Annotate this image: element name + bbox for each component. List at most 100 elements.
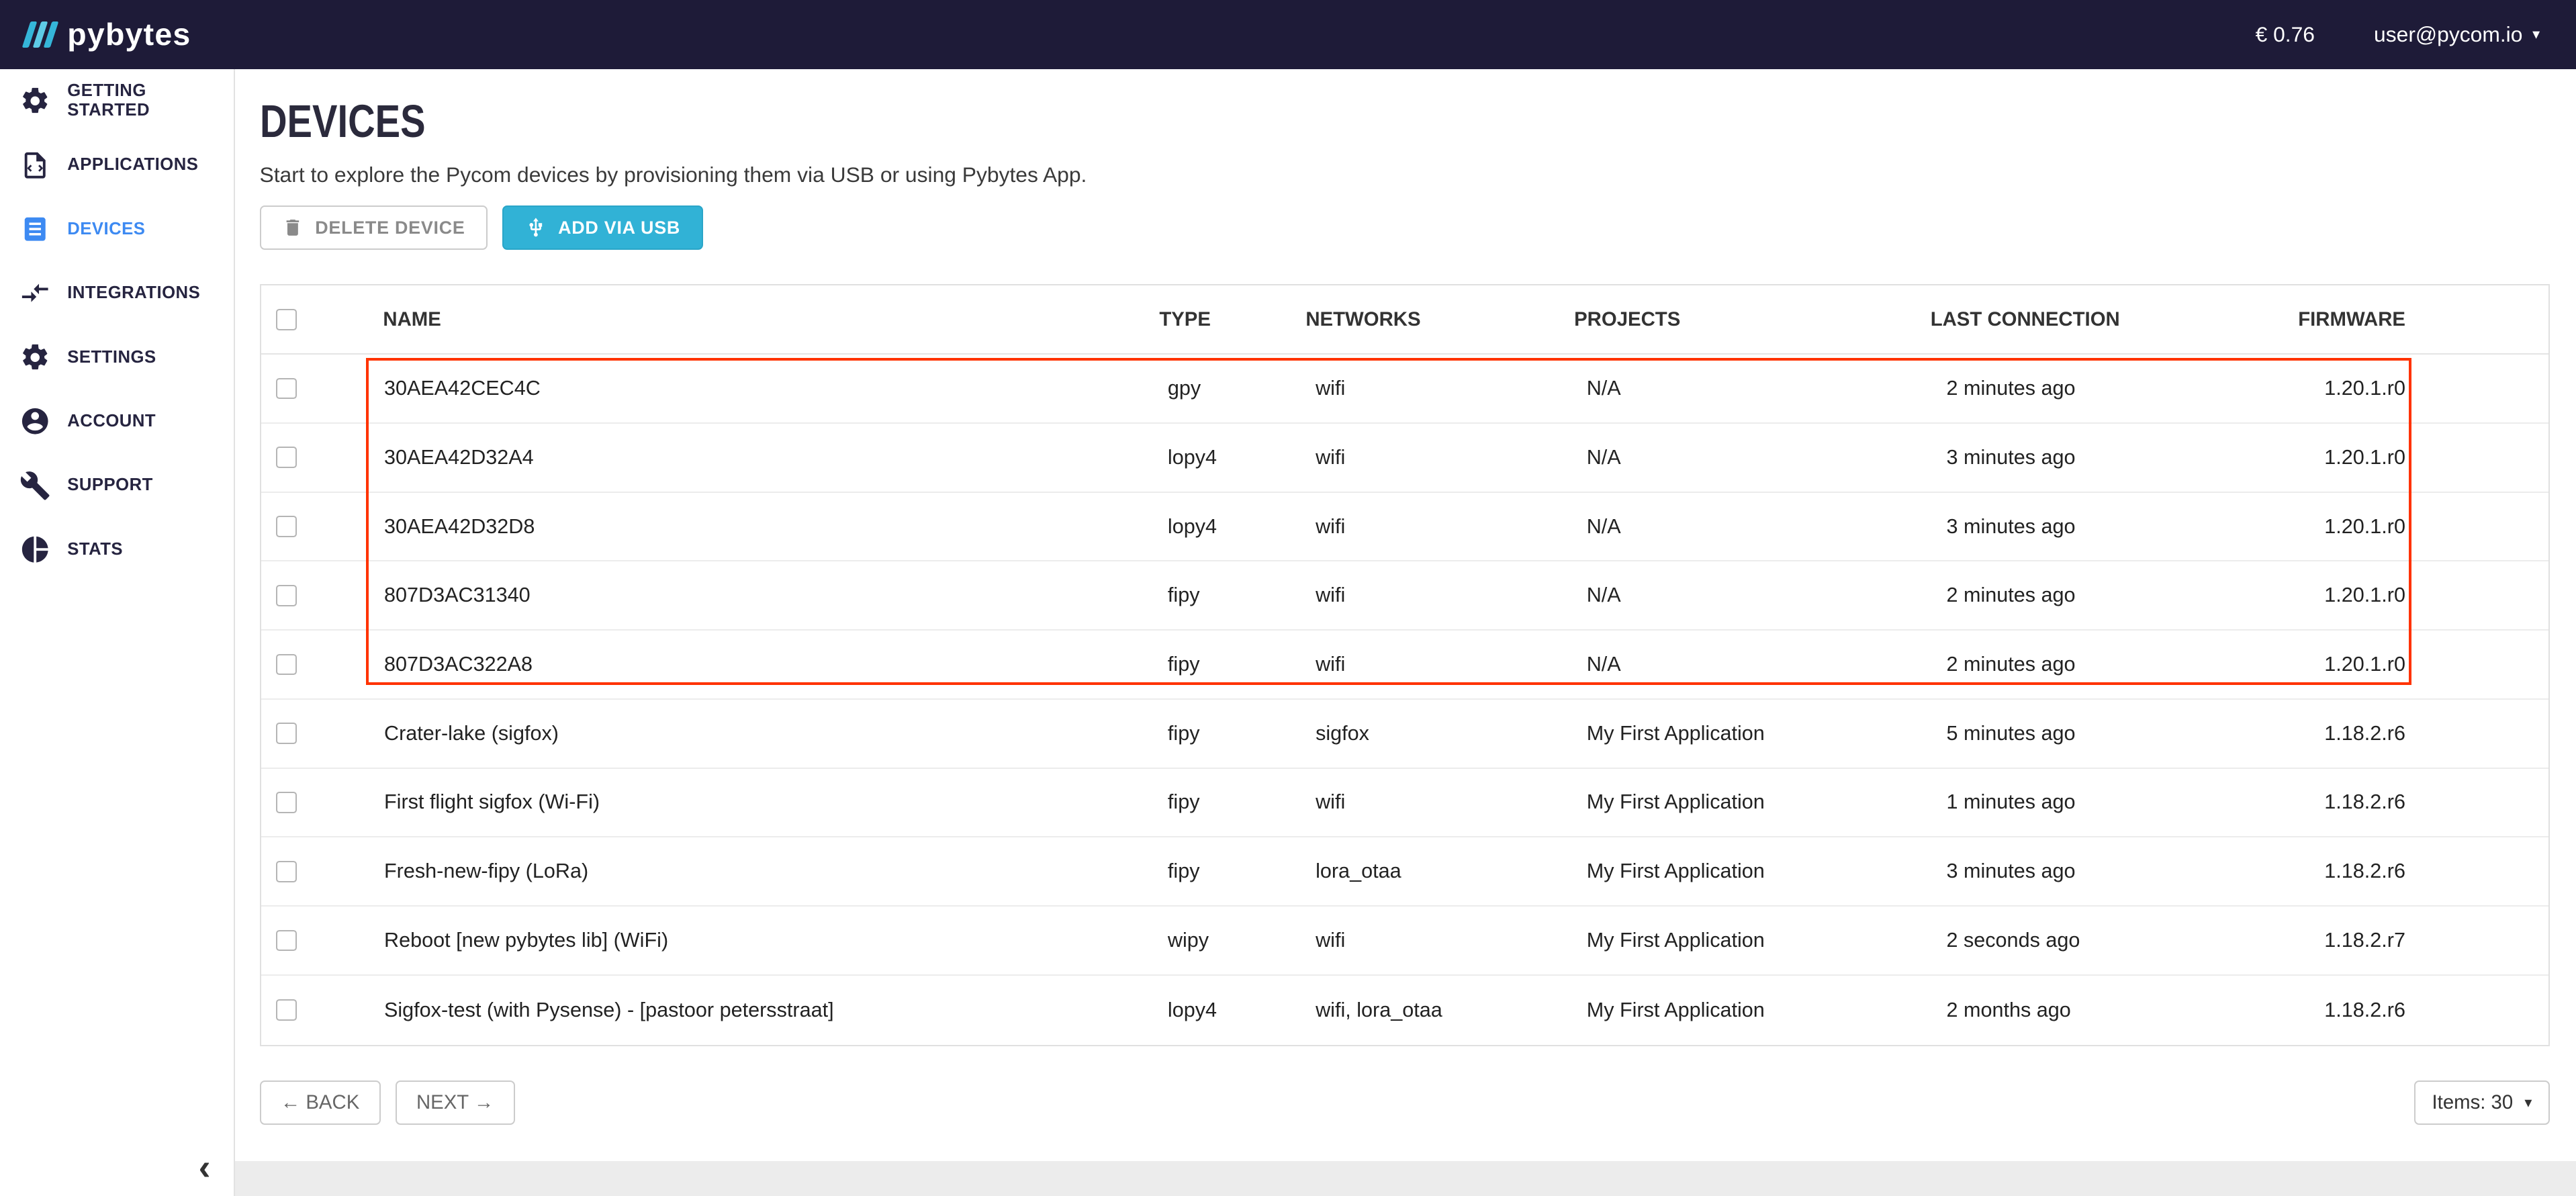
table-row[interactable]: 30AEA42D32D8 lopy4 wifi N/A 3 minutes ag… (261, 493, 2548, 562)
header-checkbox-cell (261, 309, 383, 330)
sidebar-item-stats[interactable]: STATS (0, 518, 234, 582)
device-type: fipy (1168, 584, 1316, 607)
row-checkbox[interactable] (276, 999, 297, 1021)
balance-amount: € 0.76 (2256, 22, 2315, 47)
sidebar-item-devices[interactable]: DEVICES (0, 197, 234, 261)
applications-icon (19, 150, 50, 181)
items-per-page-dropdown[interactable]: Items: 30 ▾ (2414, 1080, 2550, 1125)
back-button[interactable]: ← BACK (260, 1080, 381, 1125)
header-networks: NETWORKS (1305, 308, 1574, 331)
device-projects: N/A (1587, 653, 1947, 676)
device-projects: My First Application (1587, 722, 1947, 745)
collapse-sidebar-icon[interactable]: ‹ (199, 1150, 211, 1186)
table-row[interactable]: First flight sigfox (Wi-Fi) fipy wifi My… (261, 769, 2548, 838)
row-checkbox[interactable] (276, 861, 297, 882)
table-row[interactable]: 807D3AC322A8 fipy wifi N/A 2 minutes ago… (261, 631, 2548, 700)
device-name: 30AEA42D32D8 (384, 515, 1168, 539)
device-type: lopy4 (1168, 515, 1316, 539)
device-firmware: 1.18.2.r6 (2317, 790, 2548, 814)
device-networks: wifi (1316, 929, 1587, 952)
table-row[interactable]: 30AEA42D32A4 lopy4 wifi N/A 3 minutes ag… (261, 424, 2548, 493)
device-networks: lora_otaa (1316, 860, 1587, 883)
device-last-connection: 3 minutes ago (1946, 860, 2317, 883)
chevron-down-icon: ▾ (2524, 1095, 2532, 1110)
user-email: user@pycom.io (2374, 22, 2522, 47)
device-type: lopy4 (1168, 446, 1316, 469)
device-type: fipy (1168, 860, 1316, 883)
page-title: DEVICES (260, 99, 426, 145)
sidebar-item-settings[interactable]: SETTINGS (0, 325, 234, 389)
row-checkbox[interactable] (276, 654, 297, 676)
table-row[interactable]: Reboot [new pybytes lib] (WiFi) wipy wif… (261, 907, 2548, 976)
row-checkbox[interactable] (276, 792, 297, 813)
device-last-connection: 1 minutes ago (1946, 790, 2317, 814)
sidebar: GETTING STARTED APPLICATIONS DEVICES INT… (0, 69, 235, 1196)
support-icon (19, 470, 50, 501)
device-projects: N/A (1587, 377, 1947, 400)
table-row[interactable]: 807D3AC31340 fipy wifi N/A 2 minutes ago… (261, 561, 2548, 631)
device-firmware: 1.20.1.r0 (2317, 377, 2548, 400)
usb-icon (525, 217, 547, 238)
device-firmware: 1.18.2.r6 (2317, 722, 2548, 745)
row-checkbox[interactable] (276, 723, 297, 744)
device-networks: sigfox (1316, 722, 1587, 745)
account-icon (19, 406, 50, 436)
sidebar-item-integrations[interactable]: INTEGRATIONS (0, 261, 234, 325)
device-name: Crater-lake (sigfox) (384, 722, 1168, 745)
sidebar-item-support[interactable]: SUPPORT (0, 453, 234, 517)
stats-icon (19, 534, 50, 565)
table-row[interactable]: Fresh-new-fipy (LoRa) fipy lora_otaa My … (261, 837, 2548, 907)
device-projects: N/A (1587, 515, 1947, 539)
device-name: 30AEA42D32A4 (384, 446, 1168, 469)
row-checkbox-cell (261, 585, 384, 606)
add-via-usb-button[interactable]: ADD VIA USB (502, 205, 702, 250)
table-row[interactable]: 30AEA42CEC4C gpy wifi N/A 2 minutes ago … (261, 355, 2548, 424)
device-name: Sigfox-test (with Pysense) - [pastoor pe… (384, 999, 1168, 1022)
sidebar-item-label: APPLICATIONS (67, 155, 198, 175)
next-button[interactable]: NEXT → (396, 1080, 515, 1125)
device-networks: wifi (1316, 584, 1587, 607)
delete-device-button[interactable]: DELETE DEVICE (260, 205, 488, 250)
user-menu[interactable]: user@pycom.io ▾ (2374, 22, 2540, 47)
toolbar: DELETE DEVICE ADD VIA USB (260, 205, 2550, 250)
device-networks: wifi, lora_otaa (1316, 999, 1587, 1022)
device-firmware: 1.18.2.r6 (2317, 860, 2548, 883)
devices-icon (19, 214, 50, 244)
device-firmware: 1.18.2.r6 (2317, 999, 2548, 1022)
row-checkbox[interactable] (276, 447, 297, 468)
sidebar-item-getting-started[interactable]: GETTING STARTED (0, 69, 234, 133)
row-checkbox[interactable] (276, 930, 297, 952)
device-projects: My First Application (1587, 860, 1947, 883)
pybytes-logo[interactable]: pybytes (26, 16, 191, 52)
row-checkbox[interactable] (276, 378, 297, 400)
device-firmware: 1.20.1.r0 (2317, 446, 2548, 469)
table-row[interactable]: Crater-lake (sigfox) fipy sigfox My Firs… (261, 700, 2548, 769)
sidebar-item-label: GETTING STARTED (67, 81, 234, 120)
settings-icon (19, 342, 50, 373)
device-firmware: 1.18.2.r7 (2317, 929, 2548, 952)
sidebar-item-account[interactable]: ACCOUNT (0, 389, 234, 453)
device-type: lopy4 (1168, 999, 1316, 1022)
device-type: wipy (1168, 929, 1316, 952)
row-checkbox[interactable] (276, 585, 297, 606)
sidebar-item-applications[interactable]: APPLICATIONS (0, 133, 234, 197)
trash-icon (282, 217, 304, 238)
row-checkbox-cell (261, 654, 384, 676)
device-projects: My First Application (1587, 790, 1947, 814)
row-checkbox-cell (261, 516, 384, 537)
app-root: pybytes € 0.76 user@pycom.io ▾ GETTING S… (0, 0, 2576, 1196)
device-projects: N/A (1587, 584, 1947, 607)
sidebar-item-label: INTEGRATIONS (67, 283, 200, 303)
frame: GETTING STARTED APPLICATIONS DEVICES INT… (0, 69, 2576, 1196)
device-projects: My First Application (1587, 999, 1947, 1022)
header-firmware: FIRMWARE (2298, 308, 2548, 331)
row-checkbox[interactable] (276, 516, 297, 537)
device-projects: N/A (1587, 446, 1947, 469)
table-row[interactable]: Sigfox-test (with Pysense) - [pastoor pe… (261, 976, 2548, 1045)
table-body: 30AEA42CEC4C gpy wifi N/A 2 minutes ago … (261, 355, 2548, 1044)
select-all-checkbox[interactable] (276, 309, 297, 330)
sidebar-item-label: DEVICES (67, 220, 145, 239)
device-last-connection: 2 seconds ago (1946, 929, 2317, 952)
row-checkbox-cell (261, 723, 384, 744)
sidebar-nav: GETTING STARTED APPLICATIONS DEVICES INT… (0, 69, 234, 582)
